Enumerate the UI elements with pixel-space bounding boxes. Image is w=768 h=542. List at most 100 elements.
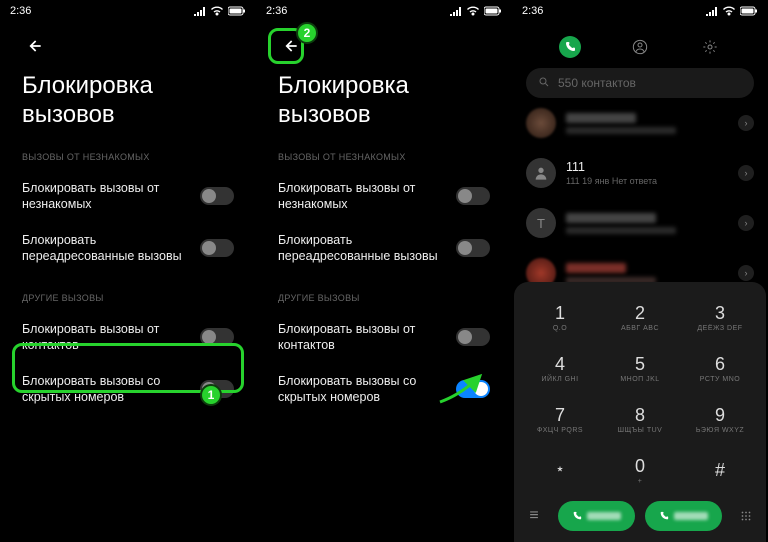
battery-icon xyxy=(228,6,246,16)
row-block-unknown[interactable]: Блокировать вызовы от незнакомых xyxy=(0,170,256,223)
toggle-block-contacts[interactable] xyxy=(200,328,234,346)
key-2[interactable]: 2АБВГ ABC xyxy=(600,292,680,343)
row-block-hidden[interactable]: Блокировать вызовы со скрытых номеров xyxy=(256,363,512,416)
toggle-block-hidden[interactable] xyxy=(200,380,234,398)
toggle-block-unknown[interactable] xyxy=(456,187,490,205)
back-button[interactable] xyxy=(274,30,306,62)
top-tab-bar xyxy=(512,22,768,68)
chevron-right-icon[interactable]: › xyxy=(738,215,754,231)
contact-name-blurred xyxy=(566,213,656,223)
key-1[interactable]: 1Q.O xyxy=(520,292,600,343)
section-unknown-calls: ВЫЗОВЫ ОТ НЕЗНАКОМЫХ xyxy=(0,134,256,170)
row-block-contacts[interactable]: Блокировать вызовы от контактов xyxy=(256,311,512,364)
key-7[interactable]: 7ФХЦЧ PQRS xyxy=(520,394,600,445)
signal-icon xyxy=(450,6,462,16)
dialpad-collapse-button[interactable] xyxy=(732,509,760,523)
tab-contacts[interactable] xyxy=(629,36,651,58)
settings-screen-1: 2:36 Блокировка вызовов ВЫЗОВЫ ОТ НЕЗНАК… xyxy=(0,0,256,542)
contact-info xyxy=(566,263,728,284)
phone-icon xyxy=(659,511,669,521)
contact-info xyxy=(566,113,728,134)
battery-icon xyxy=(740,6,758,16)
row-label: Блокировать вызовы от незнакомых xyxy=(22,180,192,213)
row-block-forwarded[interactable]: Блокировать переадресованные вызовы xyxy=(0,222,256,275)
contact-sub: 111 19 янв Нет ответа xyxy=(566,176,728,186)
contact-info: 111 111 19 янв Нет ответа xyxy=(566,160,728,186)
arrow-left-icon xyxy=(280,36,300,56)
arrow-left-icon xyxy=(24,36,44,56)
row-label: Блокировать вызовы со скрытых номеров xyxy=(278,373,448,406)
status-icons xyxy=(450,6,502,16)
search-icon xyxy=(538,76,550,91)
status-time: 2:36 xyxy=(266,5,287,17)
avatar-letter: T xyxy=(526,208,556,238)
dialer-screen: 2:36 550 контактов › xyxy=(512,0,768,542)
chevron-right-icon[interactable]: › xyxy=(738,115,754,131)
toggle-block-forwarded[interactable] xyxy=(456,239,490,257)
phone-icon xyxy=(564,41,576,53)
row-label: Блокировать переадресованные вызовы xyxy=(278,232,448,265)
person-icon xyxy=(533,165,549,181)
chevron-right-icon[interactable]: › xyxy=(738,265,754,281)
toggle-block-forwarded[interactable] xyxy=(200,239,234,257)
status-icons xyxy=(706,6,758,16)
tab-calls[interactable] xyxy=(559,36,581,58)
call-button-sim2[interactable] xyxy=(645,501,722,531)
battery-icon xyxy=(484,6,502,16)
status-bar: 2:36 xyxy=(512,0,768,22)
contact-name-blurred xyxy=(566,113,636,123)
key-0[interactable]: 0+ xyxy=(600,445,680,496)
phone-icon xyxy=(572,511,582,521)
contact-row[interactable]: T › xyxy=(512,198,768,248)
row-block-forwarded[interactable]: Блокировать переадресованные вызовы xyxy=(256,222,512,275)
back-button[interactable] xyxy=(18,30,50,62)
dialpad-bottom-bar: ≡ xyxy=(520,496,760,536)
key-8[interactable]: 8ШЩЪЫ TUV xyxy=(600,394,680,445)
key-3[interactable]: 3ДЕЁЖЗ DEF xyxy=(680,292,760,343)
person-icon xyxy=(632,39,648,55)
call-button-sim1[interactable] xyxy=(558,501,635,531)
avatar xyxy=(526,158,556,188)
page-title: Блокировка вызовов xyxy=(256,62,512,134)
call-label-blurred xyxy=(587,512,621,520)
toggle-block-contacts[interactable] xyxy=(456,328,490,346)
toggle-block-unknown[interactable] xyxy=(200,187,234,205)
row-label: Блокировать вызовы от контактов xyxy=(278,321,448,354)
dialpad: 1Q.O 2АБВГ ABC 3ДЕЁЖЗ DEF 4ИЙКЛ GHI 5МНО… xyxy=(514,282,766,542)
search-placeholder: 550 контактов xyxy=(558,76,636,90)
row-block-hidden[interactable]: Блокировать вызовы со скрытых номеров xyxy=(0,363,256,416)
contact-info xyxy=(566,213,728,234)
signal-icon xyxy=(194,6,206,16)
key-9[interactable]: 9ЬЭЮЯ WXYZ xyxy=(680,394,760,445)
section-other-calls: ДРУГИЕ ВЫЗОВЫ xyxy=(0,275,256,311)
row-block-contacts[interactable]: Блокировать вызовы от контактов xyxy=(0,311,256,364)
contact-row[interactable]: › xyxy=(512,98,768,148)
key-6[interactable]: 6РСТУ MNO xyxy=(680,343,760,394)
settings-screen-2: 2:36 Блокировка вызовов ВЫЗОВЫ ОТ НЕЗНАК… xyxy=(256,0,512,542)
menu-button[interactable]: ≡ xyxy=(520,507,548,525)
tab-settings[interactable] xyxy=(699,36,721,58)
section-unknown-calls: ВЫЗОВЫ ОТ НЕЗНАКОМЫХ xyxy=(256,134,512,170)
contact-row[interactable]: 111 111 19 янв Нет ответа › xyxy=(512,148,768,198)
row-label: Блокировать вызовы от незнакомых xyxy=(278,180,448,213)
row-block-unknown[interactable]: Блокировать вызовы от незнакомых xyxy=(256,170,512,223)
wifi-icon xyxy=(466,6,480,16)
key-hash[interactable]: # xyxy=(680,445,760,496)
key-star[interactable]: ﹡ xyxy=(520,445,600,496)
avatar xyxy=(526,108,556,138)
status-icons xyxy=(194,6,246,16)
row-label: Блокировать переадресованные вызовы xyxy=(22,232,192,265)
dialpad-grid: 1Q.O 2АБВГ ABC 3ДЕЁЖЗ DEF 4ИЙКЛ GHI 5МНО… xyxy=(520,292,760,496)
key-5[interactable]: 5МНОП JKL xyxy=(600,343,680,394)
wifi-icon xyxy=(722,6,736,16)
toggle-block-hidden-on[interactable] xyxy=(456,380,490,398)
key-4[interactable]: 4ИЙКЛ GHI xyxy=(520,343,600,394)
contact-sub-blurred xyxy=(566,127,676,134)
status-time: 2:36 xyxy=(10,5,31,17)
page-title: Блокировка вызовов xyxy=(0,62,256,134)
status-time: 2:36 xyxy=(522,5,543,17)
chevron-right-icon[interactable]: › xyxy=(738,165,754,181)
contact-name-blurred xyxy=(566,263,626,273)
gear-icon xyxy=(702,39,718,55)
search-bar[interactable]: 550 контактов xyxy=(526,68,754,98)
